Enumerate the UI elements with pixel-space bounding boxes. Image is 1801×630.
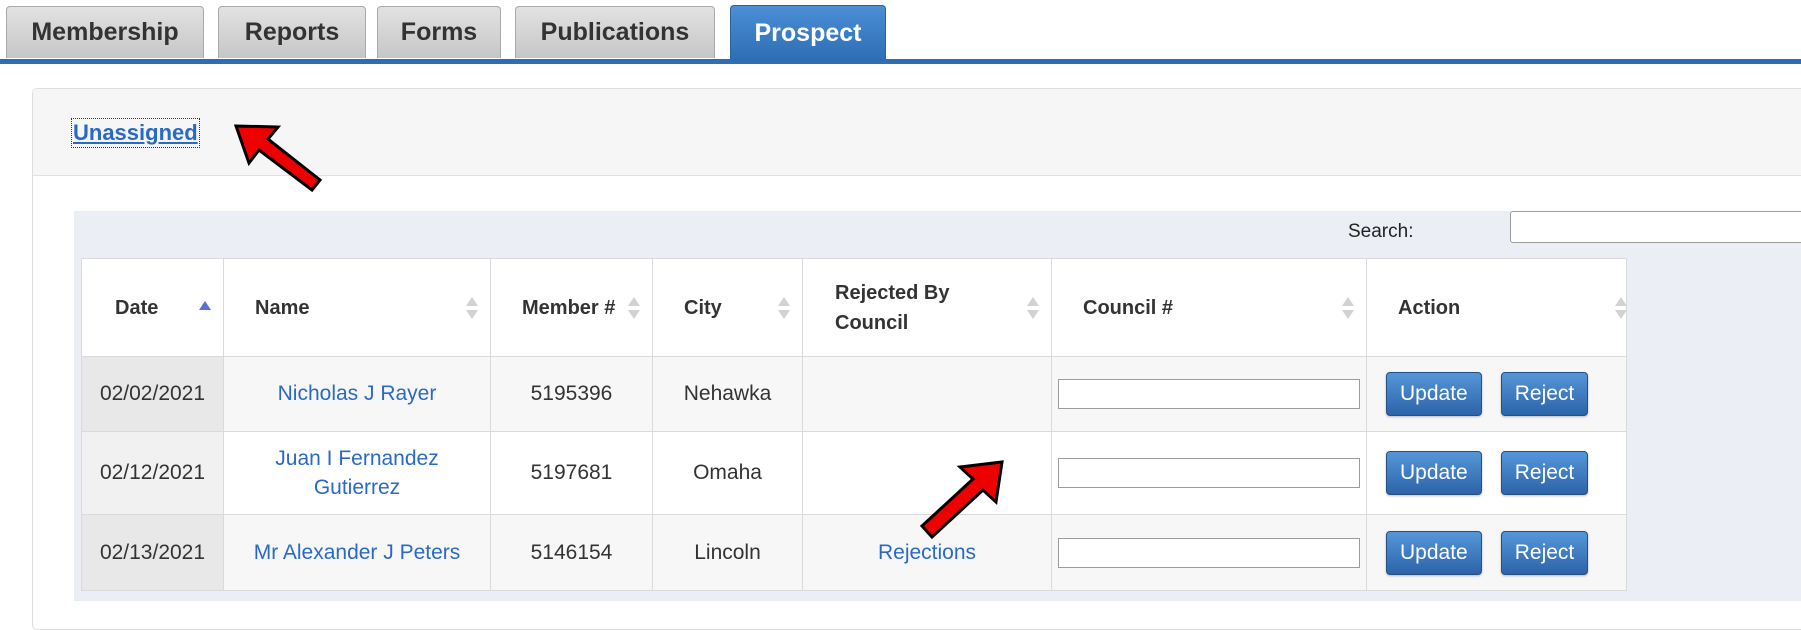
sort-icon [628, 297, 640, 321]
column-header-label: Name [255, 296, 310, 319]
update-button[interactable]: Update [1386, 372, 1482, 416]
red-arrow-icon [233, 124, 323, 193]
table-row: 02/12/2021 Juan I Fernandez Gutierrez 51… [81, 431, 1627, 515]
column-header-date[interactable]: Date [81, 258, 224, 357]
update-button[interactable]: Update [1386, 451, 1482, 495]
column-header-rejected-by-council[interactable]: Rejected By Council [802, 258, 1052, 357]
tab-reports[interactable]: Reports [218, 6, 366, 58]
member-number-cell: 5197681 [490, 431, 653, 515]
tab-prospect[interactable]: Prospect [730, 5, 886, 61]
search-label: Search: [1348, 221, 1414, 242]
column-header-label: City [684, 296, 722, 319]
sort-icon [466, 297, 478, 321]
column-header-label: Council # [1083, 296, 1174, 319]
sort-icon [1027, 297, 1039, 321]
name-cell: Nicholas J Rayer [223, 356, 491, 432]
tab-underline [0, 59, 1801, 64]
table-row: 02/02/2021 Nicholas J Rayer 5195396 Neha… [81, 356, 1627, 432]
prospect-name-link[interactable]: Mr Alexander J Peters [254, 541, 461, 564]
council-number-input[interactable] [1058, 537, 1360, 568]
column-header-council[interactable]: Council # [1051, 258, 1367, 357]
prospect-name-link[interactable]: Nicholas J Rayer [278, 382, 437, 405]
action-cell: Update Reject [1366, 356, 1627, 432]
unassigned-link[interactable]: Unassigned [71, 118, 200, 148]
table-row: 02/13/2021 Mr Alexander J Peters 5146154… [81, 514, 1627, 591]
table-header-row: Date Name Member # City Rejected By Coun… [81, 258, 1627, 357]
column-header-action[interactable]: Action [1366, 258, 1627, 357]
column-header-member[interactable]: Member # [490, 258, 653, 357]
rejected-by-council-cell [802, 356, 1052, 432]
sort-ascending-icon [199, 297, 211, 321]
column-header-label: Rejected By Council [835, 281, 950, 334]
name-cell: Juan I Fernandez Gutierrez [223, 431, 491, 515]
council-number-input[interactable] [1058, 458, 1360, 488]
council-number-cell [1051, 356, 1367, 432]
reject-button[interactable]: Reject [1500, 451, 1589, 495]
city-cell: Nehawka [652, 356, 803, 432]
sort-icon [1342, 297, 1354, 321]
update-button[interactable]: Update [1386, 530, 1482, 575]
name-cell: Mr Alexander J Peters [223, 514, 491, 591]
city-cell: Lincoln [652, 514, 803, 591]
reject-button[interactable]: Reject [1500, 372, 1589, 416]
tab-membership[interactable]: Membership [6, 6, 204, 58]
council-number-cell [1051, 431, 1367, 515]
tab-forms[interactable]: Forms [377, 6, 501, 58]
prospect-table: Date Name Member # City Rejected By Coun… [81, 258, 1627, 591]
date-cell: 02/13/2021 [81, 514, 224, 591]
column-header-city[interactable]: City [652, 258, 803, 357]
reject-button[interactable]: Reject [1500, 530, 1589, 575]
prospect-name-link[interactable]: Juan I Fernandez Gutierrez [275, 447, 438, 499]
tab-bar: Membership Reports Forms Publications Pr… [0, 0, 1801, 64]
city-cell: Omaha [652, 431, 803, 515]
council-number-cell [1051, 514, 1367, 591]
column-header-name[interactable]: Name [223, 258, 491, 357]
column-header-label: Action [1398, 296, 1461, 319]
column-header-label: Date [115, 296, 159, 319]
red-arrow-icon [919, 460, 1004, 540]
action-cell: Update Reject [1366, 431, 1627, 515]
member-number-cell: 5195396 [490, 356, 653, 432]
sort-icon [778, 297, 790, 321]
member-number-cell: 5146154 [490, 514, 653, 591]
council-number-input[interactable] [1058, 379, 1360, 409]
date-cell: 02/12/2021 [81, 431, 224, 515]
date-cell: 02/02/2021 [81, 356, 224, 432]
action-cell: Update Reject [1366, 514, 1627, 591]
search-input[interactable] [1510, 211, 1801, 243]
tab-publications[interactable]: Publications [515, 6, 715, 58]
sort-icon [1615, 297, 1627, 321]
column-header-label: Member # [522, 296, 616, 319]
